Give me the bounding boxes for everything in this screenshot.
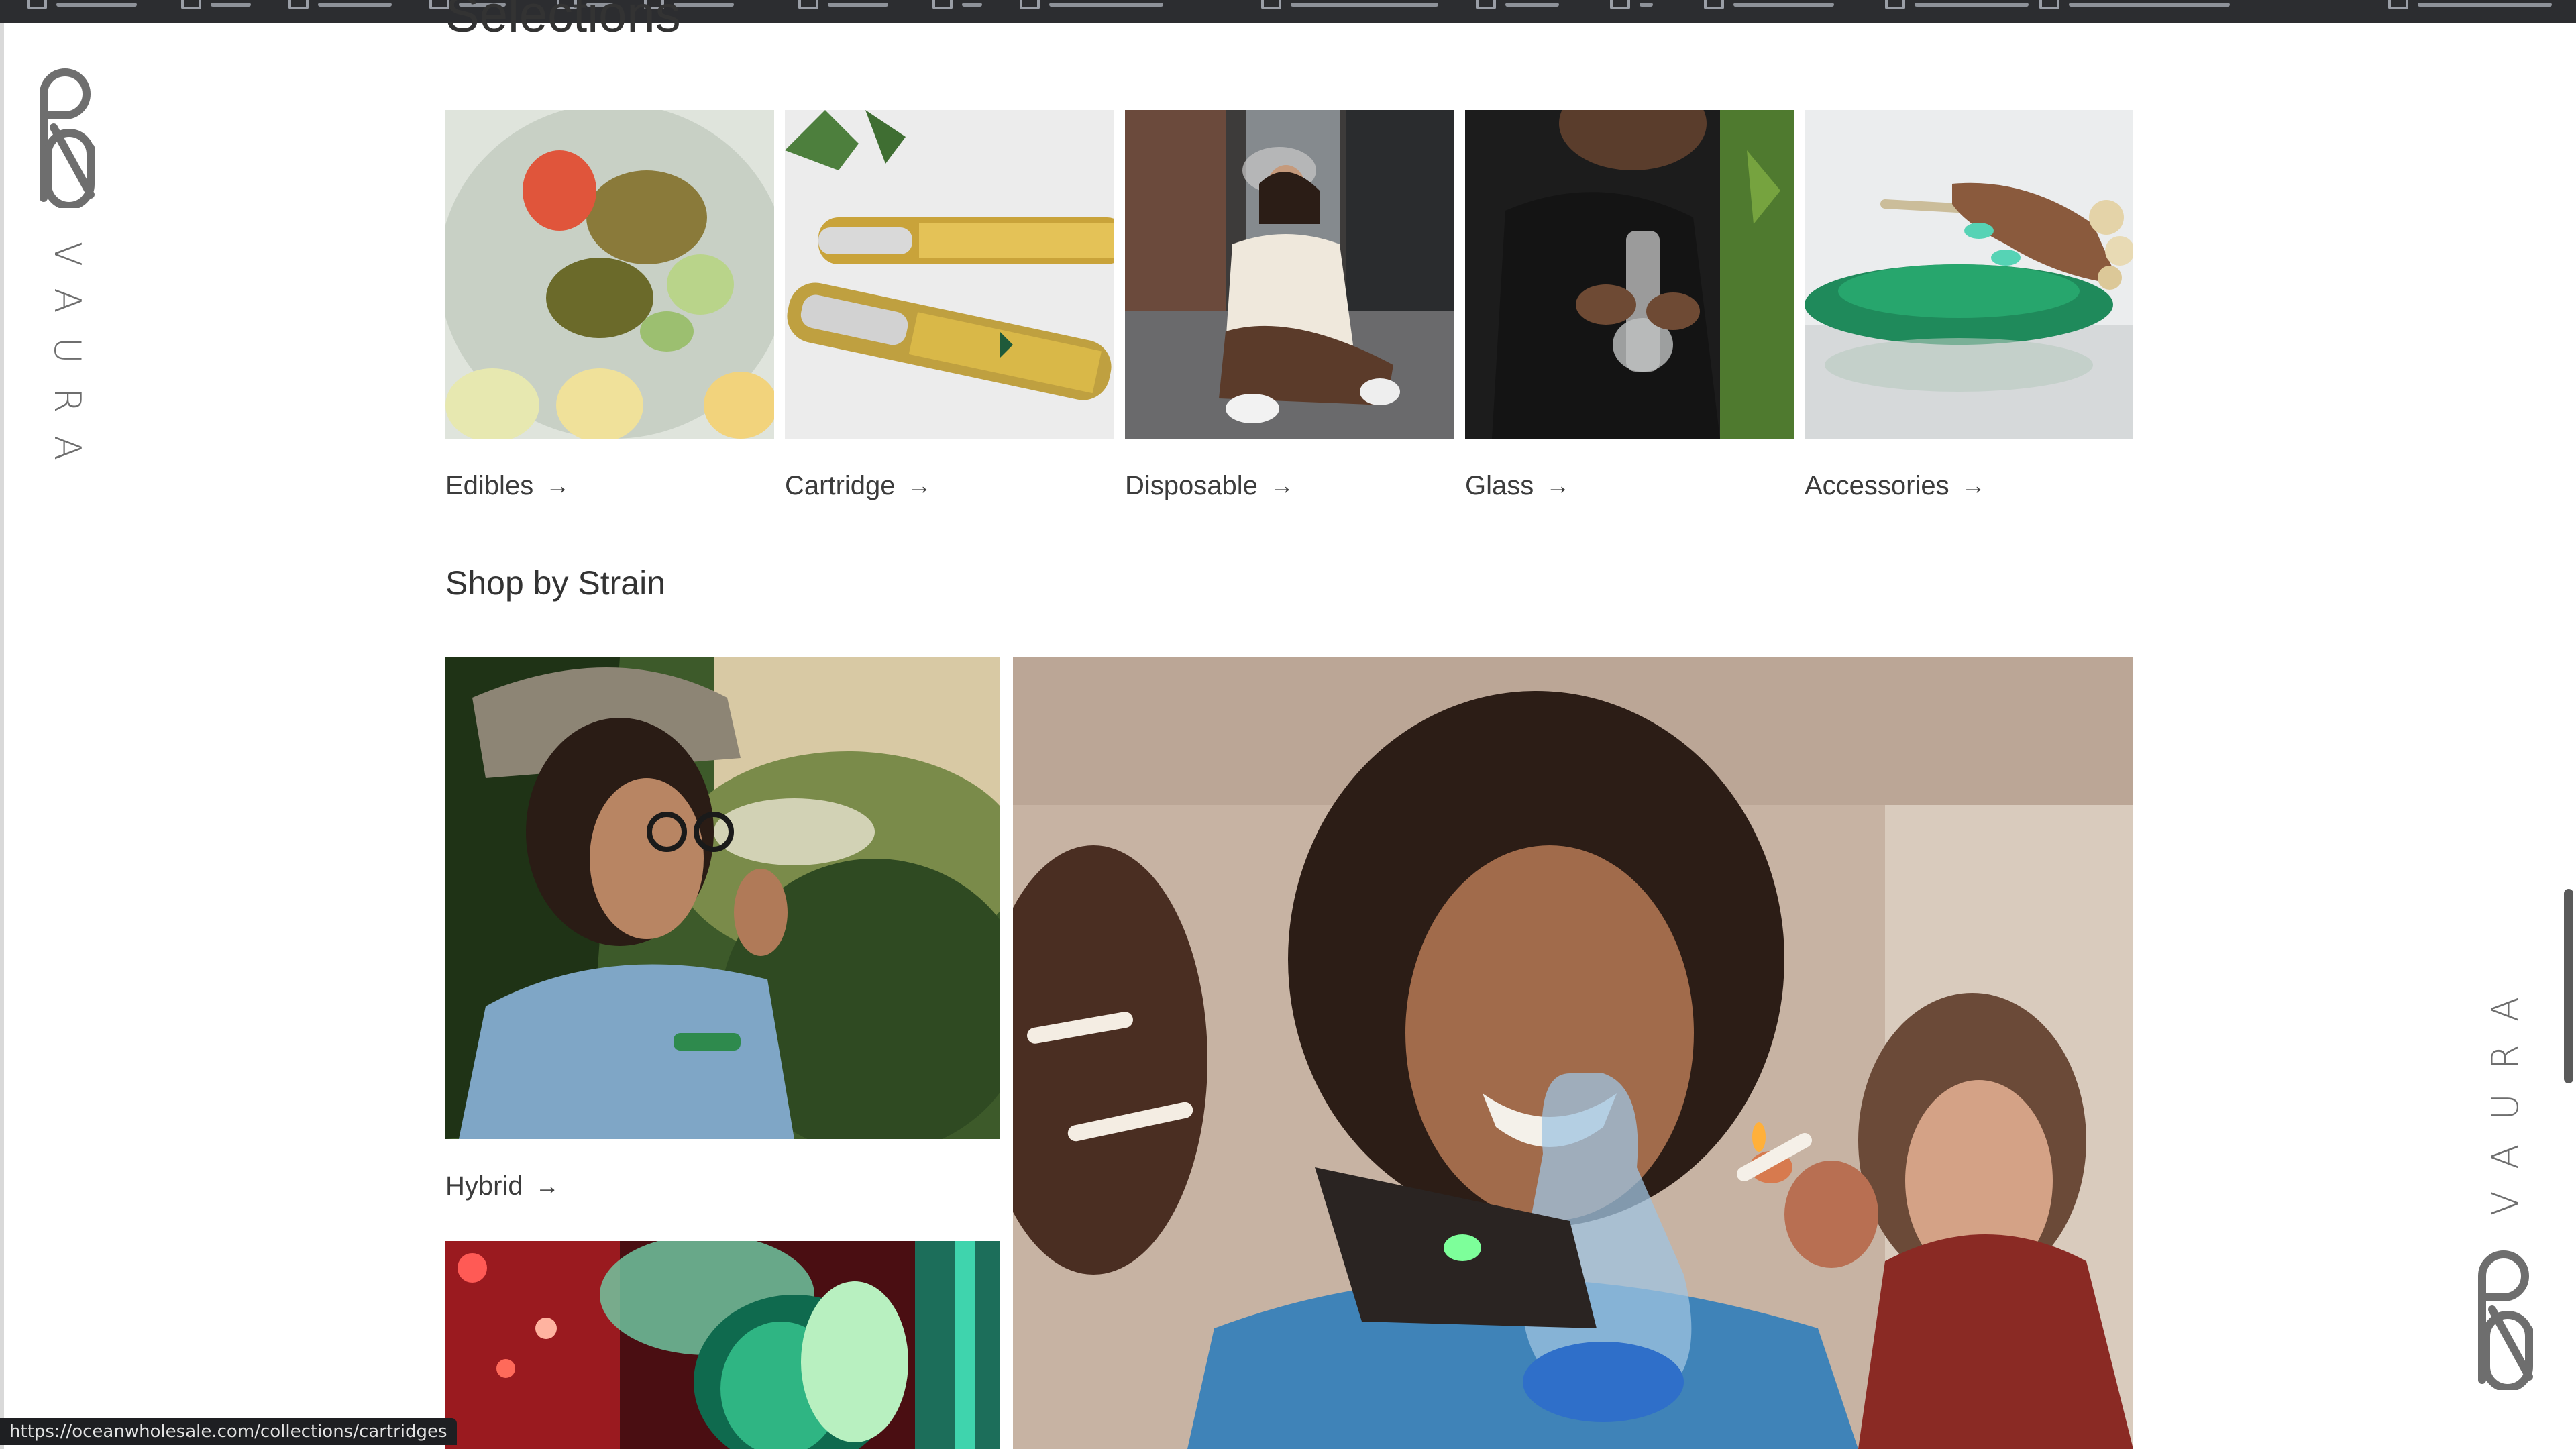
collection-label: Accessories [1805,470,1949,500]
strain-featured-image[interactable] [1013,657,2133,1449]
folder-icon [798,0,818,9]
collections-grid: Edibles → Cartridge → Disposable → Glass… [445,110,2133,513]
folder-icon [1261,0,1281,9]
vaura-logo-icon [2459,1249,2553,1391]
bookmark-folder[interactable] [2388,0,2552,9]
brand-watermark-left: VAURA [20,67,114,484]
collection-label: Disposable [1125,470,1258,500]
collection-card-accessories[interactable]: Accessories → [1805,110,2133,506]
collection-card-disposable[interactable]: Disposable → [1125,110,1454,506]
hybrid-image[interactable] [445,657,1000,1139]
collection-link-cartridge[interactable]: Cartridge → [785,466,1114,506]
bookmark-folder[interactable] [1476,0,1559,9]
collection-label: Glass [1465,470,1534,500]
bookmark-folder[interactable] [1704,0,1834,9]
collection-link-disposable[interactable]: Disposable → [1125,466,1454,506]
folder-icon [1610,0,1630,9]
bookmark-folder[interactable] [288,0,392,9]
bookmark-folder[interactable] [1885,0,2029,9]
accessories-image[interactable] [1805,110,2133,439]
bookmark-folder[interactable] [1261,0,1438,9]
edibles-image[interactable] [445,110,774,439]
brand-wordmark: VAURA [2484,973,2526,1216]
collection-card-glass[interactable]: Glass → [1465,110,1794,506]
arrow-right-icon: → [545,472,570,499]
vaura-logo-icon [20,67,114,208]
folder-icon [1476,0,1496,9]
arrow-right-icon: → [907,472,932,499]
folder-icon [1704,0,1724,9]
collection-link-edibles[interactable]: Edibles → [445,466,774,506]
bookmark-folder[interactable] [1610,0,1653,9]
collection-label: Cartridge [785,470,896,500]
folder-icon [181,0,201,9]
strain-card-hybrid[interactable]: Hybrid → [445,657,1000,1206]
cartridge-image[interactable] [785,110,1114,439]
arrow-right-icon: → [1546,472,1570,499]
glass-image[interactable] [1465,110,1794,439]
page-scrollbar[interactable] [2564,889,2573,1083]
collection-link-glass[interactable]: Glass → [1465,466,1794,506]
arrow-right-icon: → [535,1172,559,1199]
bookmark-folder[interactable] [2039,0,2230,9]
window-frame-edge [0,23,4,1449]
bookmark-folder[interactable] [181,0,251,9]
folder-icon [288,0,309,9]
collection-card-edibles[interactable]: Edibles → [445,110,774,506]
brand-watermark-right: VAURA [2459,973,2553,1391]
folder-icon [1885,0,1905,9]
arrow-right-icon: → [1269,472,1294,499]
folder-icon [1020,0,1040,9]
collection-link-accessories[interactable]: Accessories → [1805,466,2133,506]
bookmark-folder[interactable] [1020,0,1163,9]
bookmark-folder[interactable] [798,0,888,9]
brand-wordmark: VAURA [46,241,89,485]
section-title: Selections [445,0,681,43]
folder-icon [27,0,47,9]
folder-icon [932,0,953,9]
collection-label: Edibles [445,470,534,500]
strain-link-hybrid[interactable]: Hybrid → [445,1166,1000,1206]
bookmark-folder[interactable] [932,0,982,9]
bookmarks-bar [0,0,2576,23]
folder-icon [2039,0,2059,9]
folder-icon [2388,0,2408,9]
strain-card-neon[interactable] [445,1241,1000,1449]
collection-card-cartridge[interactable]: Cartridge → [785,110,1114,506]
bookmark-folder[interactable] [27,0,137,9]
arrow-right-icon: → [1961,472,1986,499]
disposable-image[interactable] [1125,110,1454,439]
link-status-url: https://oceanwholesale.com/collections/c… [0,1418,457,1445]
strain-label: Hybrid [445,1171,523,1201]
shop-by-strain-heading: Shop by Strain [445,564,665,602]
